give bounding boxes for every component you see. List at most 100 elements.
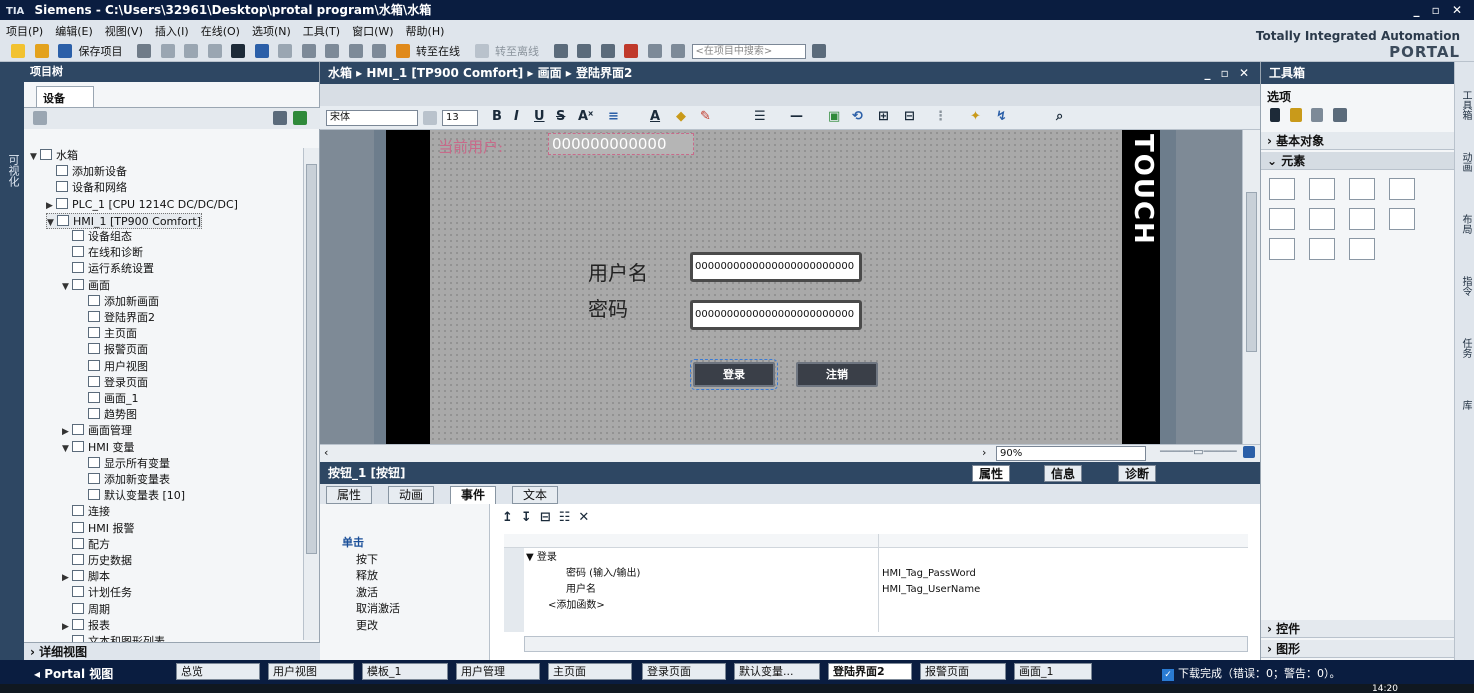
strikethrough-icon[interactable]: S (556, 109, 565, 124)
tree-node[interactable]: 周期 (62, 602, 110, 618)
section-controls[interactable]: › 控件 (1261, 620, 1455, 638)
font-size-up-icon[interactable]: Aˣ (578, 109, 593, 124)
rotate-icon[interactable]: ⟲ (852, 109, 863, 124)
button-tool-icon[interactable] (1309, 178, 1335, 200)
tree-view-icon[interactable] (273, 111, 287, 125)
line-width-icon[interactable]: — (790, 109, 803, 124)
param-password-value[interactable]: HMI_Tag_PassWord (882, 566, 976, 582)
line-color-icon[interactable]: ✎ (700, 109, 711, 124)
menu-item-1[interactable]: 编辑(E) (49, 20, 99, 39)
tree-node[interactable]: 连接 (62, 504, 110, 520)
editor-task-button[interactable]: 登陆界面2 (828, 663, 912, 680)
current-user-label[interactable]: 当前用户: (438, 136, 503, 157)
screen-editor-canvas[interactable]: 当前用户: 000000000000 用户名 密码 00000000000000… (320, 130, 1242, 444)
symbolic-io-tool-icon[interactable] (1349, 178, 1375, 200)
bold-icon[interactable]: B (492, 109, 502, 124)
event-item[interactable]: 激活 (356, 584, 378, 600)
function-row[interactable]: ▼ 登录 (526, 550, 557, 566)
graphic-io-tool-icon[interactable] (1389, 178, 1415, 200)
tree-node[interactable]: 添加新设备 (46, 164, 127, 180)
zoom-select[interactable]: 90% (996, 446, 1146, 461)
stop-icon[interactable] (600, 44, 615, 58)
copy-icon[interactable] (184, 44, 198, 58)
scroll-right-icon[interactable]: › (982, 446, 986, 459)
login-button[interactable]: 登录 (690, 359, 778, 390)
tree-node[interactable]: 默认变量表 [10] (78, 488, 185, 504)
menu-item-5[interactable]: 选项(N) (246, 20, 297, 39)
line-style-icon[interactable]: ☰ (754, 109, 766, 124)
paste-icon[interactable] (207, 44, 222, 58)
tree-scroll-thumb[interactable] (306, 164, 317, 554)
delete-icon[interactable] (231, 44, 245, 58)
visualization-tab[interactable]: 可视化 (5, 154, 21, 187)
editor-task-button[interactable]: 报警页面 (920, 663, 1006, 680)
canvas-scroll-thumb[interactable] (1246, 192, 1257, 352)
expand-toggle-icon[interactable]: ▼ (62, 279, 72, 295)
editor-window-controls[interactable]: _ ▫ ✕ (1204, 62, 1252, 84)
editor-task-button[interactable]: 画面_1 (1014, 663, 1092, 680)
event-item[interactable]: 单击 (342, 534, 364, 550)
username-io-field[interactable]: 0000000000000000000000000 (690, 252, 862, 282)
new-project-icon[interactable] (11, 44, 25, 58)
tree-node[interactable]: 登录页面 (78, 375, 148, 391)
filter-icon[interactable] (1311, 108, 1323, 122)
cross-reference-icon[interactable] (577, 44, 591, 58)
logout-button[interactable]: 注销 (796, 362, 878, 387)
tree-network-icon[interactable] (293, 111, 307, 125)
go-online-icon[interactable] (395, 44, 410, 58)
side-tab[interactable]: 任务 (1457, 338, 1473, 358)
expand-toggle-icon[interactable]: ▶ (46, 198, 56, 214)
layer-icon[interactable]: ↯ (996, 109, 1007, 124)
font-size-select[interactable]: 13 (442, 110, 478, 126)
expand-toggle-icon[interactable]: ▼ (30, 149, 40, 165)
tree-node[interactable]: HMI 报警 (62, 521, 135, 537)
tree-options-icon[interactable] (33, 111, 47, 125)
section-graphics[interactable]: › 图形 (1261, 640, 1455, 658)
tab-diagnostics[interactable]: 诊断 (1118, 465, 1157, 482)
subtab-properties[interactable]: 属性 (326, 486, 373, 504)
subtab-animation[interactable]: 动画 (388, 486, 435, 504)
expand-toggle-icon[interactable]: ▶ (62, 424, 72, 440)
font-color-icon[interactable]: A (650, 109, 660, 124)
tree-node[interactable]: 画面_1 (78, 391, 139, 407)
clock-tool-icon[interactable] (1349, 238, 1375, 260)
print-icon[interactable] (137, 44, 151, 58)
scroll-left-icon[interactable]: ‹ (324, 446, 328, 459)
tree-node[interactable]: 设备和网络 (46, 180, 127, 196)
tree-node[interactable]: ▼ 画面 (62, 278, 110, 294)
canvas-vertical-scrollbar[interactable] (1242, 130, 1260, 444)
tree-node[interactable]: ▶ 画面管理 (62, 423, 132, 439)
underline-icon[interactable]: U (534, 109, 545, 124)
tab-info[interactable]: 信息 (1044, 465, 1083, 482)
properties-scrollbar[interactable] (524, 636, 1248, 652)
outdent-icon[interactable]: ☷ (559, 510, 579, 525)
user-icon[interactable] (1289, 108, 1302, 122)
distribute-icon[interactable]: ⊞ (878, 109, 889, 124)
save-project-button[interactable]: 保存项目 (79, 45, 123, 58)
tree-node[interactable]: 设备组态 (62, 229, 132, 245)
event-item[interactable]: 按下 (356, 551, 378, 567)
close-icon[interactable] (624, 44, 638, 58)
menu-item-6[interactable]: 工具(T) (297, 20, 346, 39)
tree-node[interactable]: ▶ 脚本 (62, 569, 110, 585)
split-vertical-icon[interactable] (671, 44, 685, 58)
redo-icon[interactable] (278, 44, 292, 58)
side-tab[interactable]: 指令 (1457, 276, 1473, 296)
tab-devices[interactable]: 设备 (36, 86, 94, 107)
tree-node[interactable]: 登陆界面2 (78, 310, 155, 326)
tree-scrollbar[interactable] (303, 148, 319, 640)
editor-task-button[interactable]: 默认变量... (734, 663, 820, 680)
username-label[interactable]: 用户名 (588, 257, 648, 286)
slider-tool-icon[interactable] (1269, 238, 1295, 260)
cut-icon[interactable] (160, 44, 175, 58)
param-username-value[interactable]: HMI_Tag_UserName (882, 582, 980, 598)
bring-front-icon[interactable]: ▣ (828, 109, 840, 124)
zoom-area-icon[interactable]: ⌕ (1056, 109, 1063, 124)
date-time-tool-icon[interactable] (1269, 208, 1295, 230)
tree-node[interactable]: 报警页面 (78, 342, 148, 358)
event-item[interactable]: 更改 (356, 617, 378, 633)
view-icon[interactable] (1332, 108, 1347, 122)
tree-node[interactable]: 计划任务 (62, 585, 132, 601)
editor-task-button[interactable]: 总览 (176, 663, 260, 680)
editor-task-button[interactable]: 主页面 (548, 663, 632, 680)
